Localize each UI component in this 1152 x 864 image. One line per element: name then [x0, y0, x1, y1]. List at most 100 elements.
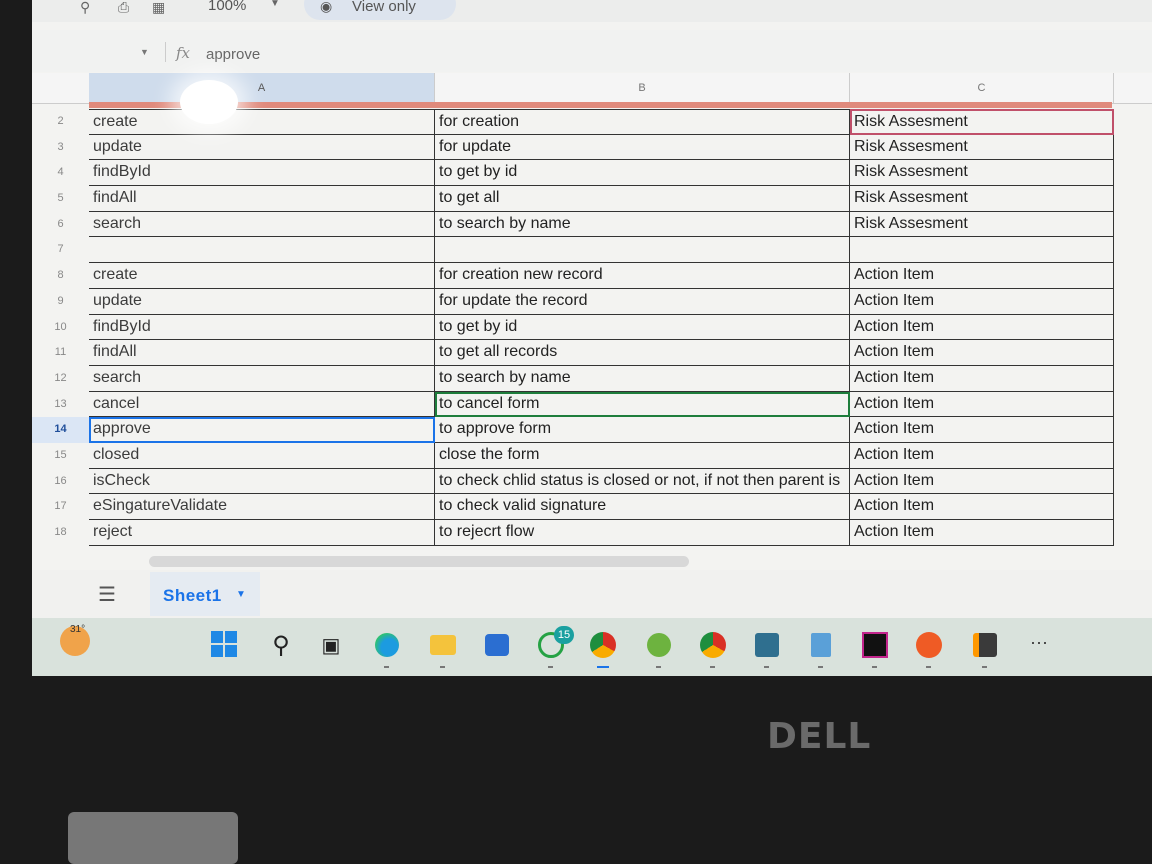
chevron-down-icon[interactable]: ▼ [236, 589, 246, 600]
row-number[interactable]: 15 [32, 443, 89, 469]
cell-b[interactable]: to get by id [435, 160, 850, 187]
cell-b[interactable]: to cancel form [435, 391, 850, 418]
cell-c[interactable]: Action Item [850, 263, 1114, 289]
chrome-icon[interactable] [588, 630, 618, 668]
cell-a[interactable]: cancel [89, 391, 435, 418]
cell-c[interactable]: Action Item [850, 417, 1114, 443]
row-number[interactable]: 14 [32, 417, 89, 443]
cell-a[interactable]: findById [89, 314, 435, 341]
all-sheets-menu-icon[interactable]: ☰ [98, 582, 116, 607]
cell-a[interactable]: findAll [89, 186, 435, 212]
cell-c[interactable]: Action Item [850, 391, 1114, 418]
cell-a[interactable] [89, 237, 435, 264]
cell-b[interactable]: close the form [435, 442, 850, 469]
view-only-button[interactable]: ◉ View only [304, 0, 456, 20]
sheet-tab[interactable]: Sheet1 ▼ [150, 572, 260, 616]
cell-c[interactable]: Risk Assesment [850, 134, 1114, 161]
cell-a[interactable]: search [89, 211, 435, 238]
more-icon[interactable]: ··· [1030, 632, 1048, 653]
file-explorer-icon[interactable] [428, 630, 458, 668]
cell-a[interactable]: update [89, 288, 435, 315]
spring-icon[interactable] [644, 630, 674, 668]
print-icon[interactable]: ⎙ [118, 0, 129, 14]
zoom-select[interactable]: 100% [208, 0, 246, 14]
cell-a[interactable]: findAll [89, 340, 435, 366]
task-view-icon[interactable]: ▣ [316, 630, 346, 660]
cell-c[interactable]: Action Item [850, 314, 1114, 341]
cell-c[interactable] [850, 237, 1114, 264]
edge-icon[interactable] [372, 630, 402, 668]
postman-icon[interactable] [914, 630, 944, 668]
cell-c[interactable]: Risk Assesment [850, 109, 1114, 135]
column-header-a[interactable]: A [89, 73, 435, 103]
cell-b[interactable]: to check chlid status is closed or not, … [435, 468, 850, 495]
row-number[interactable]: 3 [32, 135, 89, 161]
row-number[interactable]: 18 [32, 520, 89, 546]
cell-b[interactable]: to approve form [435, 417, 850, 443]
name-box-dropdown-icon[interactable]: ▼ [140, 47, 149, 57]
cell-a[interactable]: search [89, 365, 435, 392]
row-number[interactable]: 16 [32, 469, 89, 495]
cell-b[interactable]: to get all [435, 186, 850, 212]
cell-a[interactable]: eSingatureValidate [89, 494, 435, 520]
cell-b[interactable]: to search by name [435, 365, 850, 392]
format-icon[interactable]: ▦ [152, 0, 165, 14]
cell-c[interactable]: Action Item [850, 288, 1114, 315]
formula-input[interactable]: approve [206, 46, 260, 63]
cell-a[interactable]: isCheck [89, 468, 435, 495]
cell-b[interactable]: for update [435, 134, 850, 161]
cell-a[interactable]: findById [89, 160, 435, 187]
column-header-b[interactable]: B [435, 73, 850, 103]
row-number[interactable]: 4 [32, 160, 89, 186]
mysql-workbench-icon[interactable] [752, 630, 782, 668]
cell-c[interactable]: Risk Assesment [850, 211, 1114, 238]
cell-b[interactable]: for creation new record [435, 263, 850, 289]
cell-a[interactable]: closed [89, 442, 435, 469]
row-number[interactable]: 11 [32, 340, 89, 366]
row-number[interactable]: 12 [32, 366, 89, 392]
cell-a[interactable]: update [89, 134, 435, 161]
row-number[interactable]: 5 [32, 186, 89, 212]
divider [165, 42, 166, 62]
search-icon[interactable]: ⚲ [80, 0, 90, 14]
horizontal-scrollbar[interactable] [149, 556, 689, 567]
notepad-icon[interactable] [806, 630, 836, 668]
cell-c[interactable]: Action Item [850, 340, 1114, 366]
row-number[interactable]: 17 [32, 494, 89, 520]
cell-c[interactable]: Action Item [850, 494, 1114, 520]
cell-a[interactable]: approve [89, 417, 435, 443]
cell-b[interactable]: to check valid signature [435, 494, 850, 520]
cell-b[interactable] [435, 237, 850, 264]
cell-c[interactable]: Action Item [850, 468, 1114, 495]
cell-b[interactable]: to rejecrt flow [435, 520, 850, 546]
intellij-icon[interactable] [860, 630, 890, 668]
sublime-icon[interactable] [970, 630, 1000, 668]
row-number[interactable]: 8 [32, 263, 89, 289]
cell-a[interactable]: create [89, 109, 435, 135]
column-header-c[interactable]: C [850, 73, 1114, 103]
store-icon[interactable] [482, 630, 512, 660]
row-number[interactable]: 13 [32, 392, 89, 418]
cell-b[interactable]: to search by name [435, 211, 850, 238]
row-number[interactable]: 2 [32, 109, 89, 135]
search-icon[interactable]: ⚲ [266, 630, 296, 660]
row-number[interactable]: 7 [32, 237, 89, 263]
cell-c[interactable]: Action Item [850, 520, 1114, 546]
windows-start-icon[interactable] [210, 630, 240, 660]
row-number[interactable]: 10 [32, 315, 89, 341]
cell-c[interactable]: Risk Assesment [850, 160, 1114, 187]
cell-a[interactable]: create [89, 263, 435, 289]
chrome-profile-icon[interactable] [698, 630, 728, 668]
chevron-down-icon[interactable]: ▼ [270, 0, 280, 9]
cell-b[interactable]: to get by id [435, 314, 850, 341]
row-number[interactable]: 9 [32, 289, 89, 315]
row-number[interactable]: 6 [32, 212, 89, 238]
cell-c[interactable]: Action Item [850, 365, 1114, 392]
cell-c[interactable]: Risk Assesment [850, 186, 1114, 212]
cell-a[interactable]: reject [89, 520, 435, 546]
cell-b[interactable]: for creation [435, 109, 850, 135]
cell-c[interactable]: Action Item [850, 442, 1114, 469]
cell-b[interactable]: to get all records [435, 340, 850, 366]
cell-b[interactable]: for update the record [435, 288, 850, 315]
weather-temperature: 31° [70, 624, 86, 635]
